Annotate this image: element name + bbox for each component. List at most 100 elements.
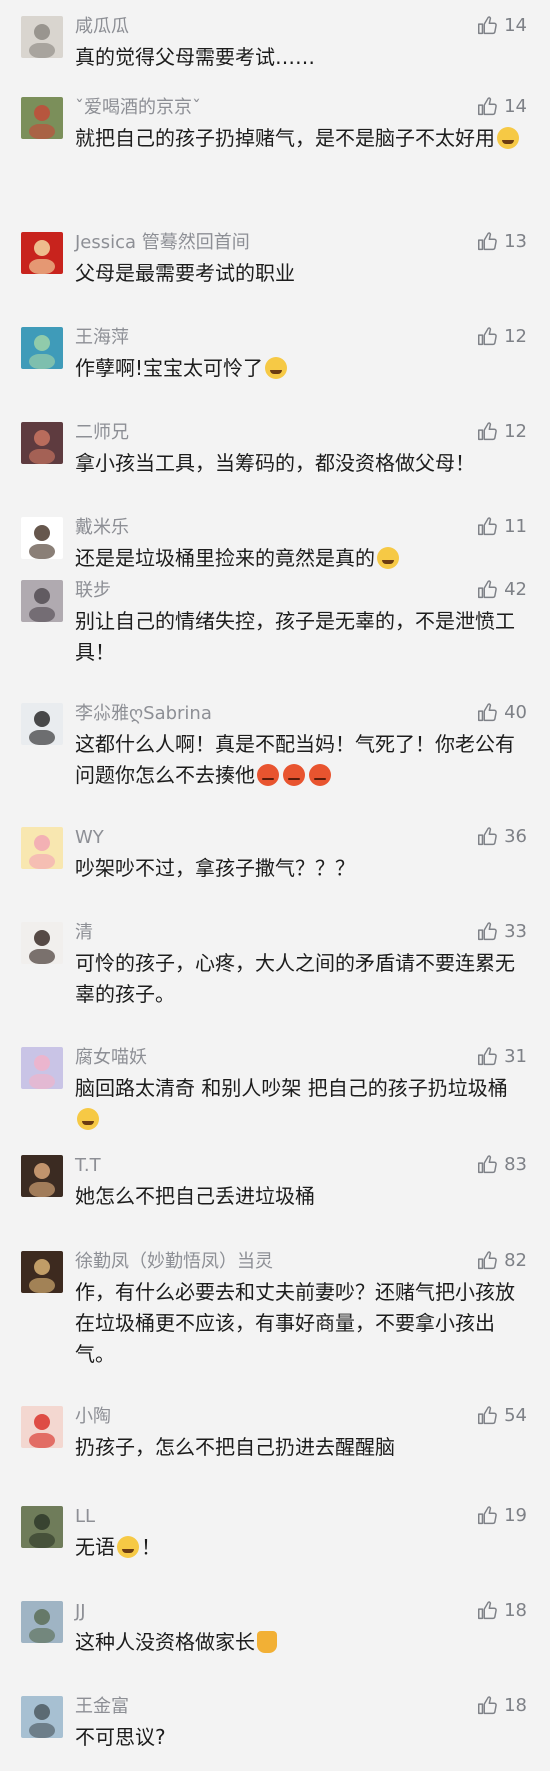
like-count: 33 (504, 921, 527, 942)
comment-text-content: 作，有什么必要去和丈夫前妻吵？还赌气把小孩放在垃圾桶更不应该，有事好商量，不要拿… (75, 1280, 515, 1366)
angry-emoji-icon (309, 764, 331, 786)
like-count: 18 (504, 1600, 527, 1621)
avatar[interactable] (21, 517, 63, 559)
like-count: 82 (504, 1250, 527, 1271)
like-count: 14 (504, 15, 527, 36)
like-button[interactable]: 19 (476, 1504, 527, 1528)
avatar[interactable] (21, 703, 63, 745)
comment-text: 作孽啊!宝宝太可怜了 (75, 353, 530, 384)
avatar[interactable] (21, 1601, 63, 1643)
angry-emoji-icon (283, 764, 305, 786)
thumb-up-icon (476, 1250, 498, 1272)
like-button[interactable]: 13 (476, 230, 527, 254)
like-count: 14 (504, 96, 527, 117)
comment-text: 她怎么不把自己丢进垃圾桶 (75, 1181, 530, 1212)
avatar[interactable] (21, 232, 63, 274)
commenter-name[interactable]: 徐勤凤（妙勤悟凤）当灵 (75, 1250, 273, 1274)
commenter-name[interactable]: 小陶 (75, 1405, 111, 1429)
like-button[interactable]: 42 (476, 578, 527, 602)
comment-text-content: 别让自己的情绪失控，孩子是无辜的，不是泄愤工具！ (75, 609, 515, 664)
thumb-up-icon (476, 1405, 498, 1427)
commenter-name[interactable]: 咸瓜瓜 (75, 15, 129, 39)
avatar[interactable] (21, 1506, 63, 1548)
avatar[interactable] (21, 1047, 63, 1089)
comment-text-content: 就把自己的孩子扔掉赌气，是不是脑子不太好用 (75, 126, 495, 150)
commenter-name[interactable]: 清 (75, 921, 93, 945)
avatar[interactable] (21, 1406, 63, 1448)
avatar[interactable] (21, 827, 63, 869)
thumb-up-icon (476, 1505, 498, 1527)
comment-text: 还是是垃圾桶里捡来的竟然是真的 (75, 543, 530, 574)
thumb-up-icon (476, 1695, 498, 1717)
like-button[interactable]: 18 (476, 1694, 527, 1718)
like-count: 18 (504, 1695, 527, 1716)
commenter-name[interactable]: T.T (75, 1154, 101, 1178)
commenter-name[interactable]: Jessica 管蓦然回首间 (75, 231, 250, 255)
like-count: 12 (504, 326, 527, 347)
like-button[interactable]: 18 (476, 1599, 527, 1623)
comment-text: 真的觉得父母需要考试…… (75, 42, 530, 73)
commenter-name[interactable]: LL (75, 1505, 95, 1529)
angry-emoji-icon (257, 764, 279, 786)
comment-text-content: 父母是最需要考试的职业 (75, 261, 295, 285)
avatar[interactable] (21, 1155, 63, 1197)
commenter-name[interactable]: 王海萍 (75, 326, 129, 350)
like-button[interactable]: 12 (476, 420, 527, 444)
like-button[interactable]: 31 (476, 1045, 527, 1069)
like-button[interactable]: 83 (476, 1153, 527, 1177)
avatar[interactable] (21, 922, 63, 964)
like-button[interactable]: 14 (476, 95, 527, 119)
cry-emoji-icon (265, 357, 288, 379)
thumb-up-icon (476, 579, 498, 601)
comment-text-content: 拿小孩当工具，当筹码的，都没资格做父母！ (75, 451, 475, 475)
commenter-name[interactable]: JJ (75, 1600, 86, 1624)
comment-text: 这种人没资格做家长 (75, 1627, 530, 1658)
like-count: 42 (504, 579, 527, 600)
like-count: 40 (504, 702, 527, 723)
thumb-up-icon (476, 1600, 498, 1622)
comment-text-content: 可怜的孩子，心疼，大人之间的矛盾请不要连累无辜的孩子。 (75, 951, 515, 1006)
comment-text: 脑回路太清奇 和别人吵架 把自己的孩子扔垃圾桶 (75, 1073, 530, 1135)
comment-text-content: 吵架吵不过，拿孩子撒气？？？ (75, 856, 355, 880)
commenter-name[interactable]: 联步 (75, 579, 111, 603)
like-button[interactable]: 11 (476, 515, 527, 539)
like-count: 12 (504, 421, 527, 442)
like-button[interactable]: 12 (476, 325, 527, 349)
like-button[interactable]: 14 (476, 14, 527, 38)
like-count: 11 (504, 516, 527, 537)
commenter-name[interactable]: ˇ爱喝酒的京京ˇ (75, 96, 201, 120)
commenter-name[interactable]: 戴米乐 (75, 516, 129, 540)
comment-list: 咸瓜瓜 14 真的觉得父母需要考试…… ˇ爱喝酒的京京ˇ 14 就把自己的孩子扔掉赌气，是… (0, 0, 550, 1771)
commenter-name[interactable]: 王金富 (75, 1695, 129, 1719)
avatar[interactable] (21, 1251, 63, 1293)
like-button[interactable]: 82 (476, 1249, 527, 1273)
avatar[interactable] (21, 1696, 63, 1738)
avatar[interactable] (21, 16, 63, 58)
comment-text-part: ！ (141, 1535, 161, 1559)
thumb-up-icon (476, 826, 498, 848)
like-button[interactable]: 54 (476, 1404, 527, 1428)
like-count: 13 (504, 231, 527, 252)
commenter-name[interactable]: WY (75, 826, 104, 850)
like-button[interactable]: 33 (476, 920, 527, 944)
thumb-up-icon (476, 15, 498, 37)
thumb-up-icon (476, 1046, 498, 1068)
commenter-name[interactable]: 腐女喵妖 (75, 1046, 147, 1070)
comment-text-part: 无语 (75, 1535, 115, 1559)
avatar[interactable] (21, 97, 63, 139)
comment-text: 父母是最需要考试的职业 (75, 258, 530, 289)
thumb-up-icon (476, 421, 498, 443)
comment-text: 就把自己的孩子扔掉赌气，是不是脑子不太好用 (75, 123, 530, 154)
comment-text: 这都什么人啊！真是不配当妈！气死了！你老公有问题你怎么不去揍他 (75, 729, 530, 791)
avatar[interactable] (21, 422, 63, 464)
commenter-name[interactable]: 二师兄 (75, 421, 129, 445)
comment-text: 可怜的孩子，心疼，大人之间的矛盾请不要连累无辜的孩子。 (75, 948, 530, 1010)
avatar[interactable] (21, 327, 63, 369)
like-button[interactable]: 36 (476, 825, 527, 849)
thumb-up-icon (476, 1154, 498, 1176)
like-button[interactable]: 40 (476, 701, 527, 725)
laugh-emoji-icon (497, 127, 519, 149)
like-count: 54 (504, 1405, 527, 1426)
commenter-name[interactable]: 李尛雅ღSabrina (75, 702, 212, 726)
avatar[interactable] (21, 580, 63, 622)
